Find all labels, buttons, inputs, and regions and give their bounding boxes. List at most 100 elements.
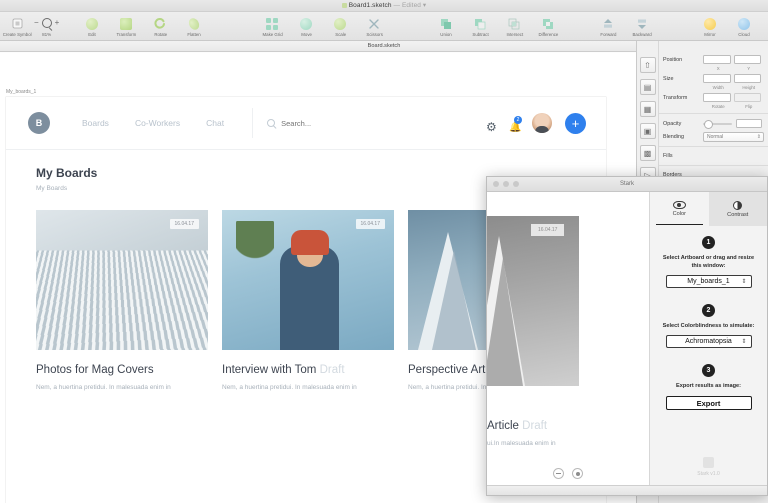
screen: Board1.sketch — Edited ▾ Create Symbol − xyxy=(0,0,768,503)
search-input[interactable] xyxy=(281,118,392,128)
tab-label: Contrast xyxy=(727,211,749,218)
toolbar-button-subtract[interactable]: Subtract xyxy=(463,15,497,37)
card-draft-badge: Draft xyxy=(319,364,345,376)
toolbar-label: Transform xyxy=(116,32,137,37)
zoom-out-button[interactable]: − xyxy=(34,19,39,27)
blending-value: Normal xyxy=(707,133,724,140)
notification-badge: 2 xyxy=(514,116,522,124)
card-title: Interview with Tom Draft xyxy=(222,364,394,376)
window-titlebar: Board1.sketch — Edited ▾ xyxy=(0,0,768,12)
nav-item-chat[interactable]: Chat xyxy=(206,118,224,128)
sketch-toolbar: Create Symbol − + 81% Edit Transform Rot… xyxy=(0,12,768,41)
toolbar-button-scissors[interactable]: Scissors xyxy=(357,15,391,37)
app-logo[interactable]: B xyxy=(28,112,50,134)
board-card[interactable]: 16.04.17 Interview with Tom Draft Nem, a… xyxy=(222,210,394,391)
flip-buttons[interactable] xyxy=(733,93,761,102)
preview-timestamp: 16.04.17 xyxy=(531,224,565,236)
intersect-icon xyxy=(508,16,520,31)
export-button[interactable]: Export xyxy=(665,396,752,411)
position-x-input[interactable] xyxy=(703,55,731,64)
toolbar-button-move[interactable]: Move xyxy=(289,15,323,37)
size-width-input[interactable] xyxy=(703,74,731,83)
zoom-reset-button[interactable] xyxy=(572,468,583,479)
chevron-updown-icon: ⇕ xyxy=(741,279,747,286)
opacity-input[interactable] xyxy=(736,119,762,128)
stark-tabs: Color Contrast xyxy=(650,192,767,226)
stark-preview-area[interactable]: 16.04.17 Article Draft ui.In malesuada e… xyxy=(487,192,649,485)
flatten-icon xyxy=(187,15,202,32)
preview-title: Article Draft xyxy=(487,420,547,432)
align-tool-icon[interactable]: ▤ xyxy=(639,79,656,95)
opacity-slider[interactable] xyxy=(703,119,732,129)
inspector-label: Position xyxy=(663,56,683,63)
size-height-input[interactable] xyxy=(733,74,761,83)
inspector-section-fills[interactable]: Fills xyxy=(659,150,768,162)
zoom-value: 81% xyxy=(42,31,52,37)
toolbar-button-flatten[interactable]: Flatten xyxy=(177,15,211,37)
header-divider xyxy=(252,108,254,138)
card-title-text: Interview with Tom xyxy=(222,364,317,376)
toolbar-button-mirror[interactable]: Mirror xyxy=(693,15,727,37)
tab-color[interactable]: Color xyxy=(650,192,709,226)
toolbar-button-edit[interactable]: Edit xyxy=(75,15,109,37)
card-thumbnail[interactable]: 16.04.17 xyxy=(222,210,394,350)
inspector-label: Opacity xyxy=(663,120,682,127)
colorblindness-select[interactable]: Achromatopsia ⇕ xyxy=(665,335,752,349)
layout-tool-icon[interactable]: ▣ xyxy=(639,123,656,139)
inspector-label: Size xyxy=(663,75,674,82)
rotate-input[interactable] xyxy=(703,93,731,102)
toolbar-button-difference[interactable]: Difference xyxy=(531,15,565,37)
toolbar-button-intersect[interactable]: Intersect xyxy=(497,15,531,37)
preview-draft-badge: Draft xyxy=(522,420,548,432)
search-box[interactable] xyxy=(267,118,392,128)
notifications-bell-icon[interactable]: 2 xyxy=(509,116,522,129)
chevron-down-icon[interactable]: ▾ xyxy=(423,2,426,9)
toolbar-button-transform[interactable]: Transform xyxy=(109,15,143,37)
inspector-row-transform: Transform xyxy=(659,91,768,104)
blending-select[interactable]: Normal ⇕ xyxy=(703,131,764,142)
document-edited-label[interactable]: — Edited xyxy=(393,2,421,9)
board-card[interactable]: 16.04.17 Photos for Mag Covers Nem, a hu… xyxy=(36,210,208,391)
zoom-in-button[interactable]: + xyxy=(55,19,60,27)
toolbar-group-order: Forward Backward xyxy=(591,15,659,37)
artboard-select-value: My_boards_1 xyxy=(687,278,730,286)
stark-titlebar[interactable]: Stark xyxy=(487,177,767,192)
toolbar-button-union[interactable]: Union xyxy=(429,15,463,37)
artboard-select[interactable]: My_boards_1 ⇕ xyxy=(665,275,752,289)
move-icon xyxy=(300,16,313,31)
stark-window[interactable]: Stark 16.04.17 Article Draft ui.In males… xyxy=(486,176,768,496)
toolbar-button-forward[interactable]: Forward xyxy=(591,15,625,37)
toolbar-label: Edit xyxy=(88,32,97,37)
nav-item-boards[interactable]: Boards xyxy=(82,118,109,128)
nav-item-co-workers[interactable]: Co-Workers xyxy=(135,118,180,128)
toolbar-button-scale[interactable]: Scale xyxy=(323,15,357,37)
toolbar-zoom-control[interactable]: − + 81% xyxy=(34,16,59,37)
position-y-input[interactable] xyxy=(733,55,761,64)
card-thumbnail[interactable]: 16.04.17 xyxy=(36,210,208,350)
toolbar-button-rotate[interactable]: Rotate xyxy=(143,15,177,37)
add-board-button[interactable]: + xyxy=(565,112,586,134)
mask-tool-icon[interactable]: ▩ xyxy=(639,145,656,161)
card-description: Nem, a huertina pretidui. In malesuada e… xyxy=(36,384,171,391)
preview-zoom-controls xyxy=(553,468,583,479)
distribute-tool-icon[interactable]: ▦ xyxy=(639,101,656,117)
toolbar-button-create-symbol[interactable]: Create Symbol xyxy=(0,15,34,37)
step-text-1: Select Artboard or drag and resize this … xyxy=(662,255,755,270)
toolbar-button-backward[interactable]: Backward xyxy=(625,15,659,37)
toolbar-group-share: Mirror Cloud xyxy=(693,15,761,37)
gear-icon[interactable] xyxy=(486,118,496,128)
search-icon xyxy=(267,119,276,127)
artboard-name-label[interactable]: My_boards_1 xyxy=(6,89,36,95)
export-tool-icon[interactable]: ⇧ xyxy=(639,57,656,73)
document-name: Board1.sketch xyxy=(348,2,392,9)
stark-window-title: Stark xyxy=(619,181,634,187)
preview-title-text: Article xyxy=(487,420,519,432)
flip-sublabel: Flip xyxy=(745,104,753,109)
inspector-divider xyxy=(659,113,768,114)
toolbar-button-cloud[interactable]: Cloud xyxy=(727,15,761,37)
toolbar-button-make-grid[interactable]: Make Grid xyxy=(255,15,289,37)
palm-tree-shape xyxy=(235,221,274,292)
avatar[interactable] xyxy=(532,113,552,133)
tab-contrast[interactable]: Contrast xyxy=(708,192,767,226)
zoom-out-button[interactable] xyxy=(553,468,564,479)
